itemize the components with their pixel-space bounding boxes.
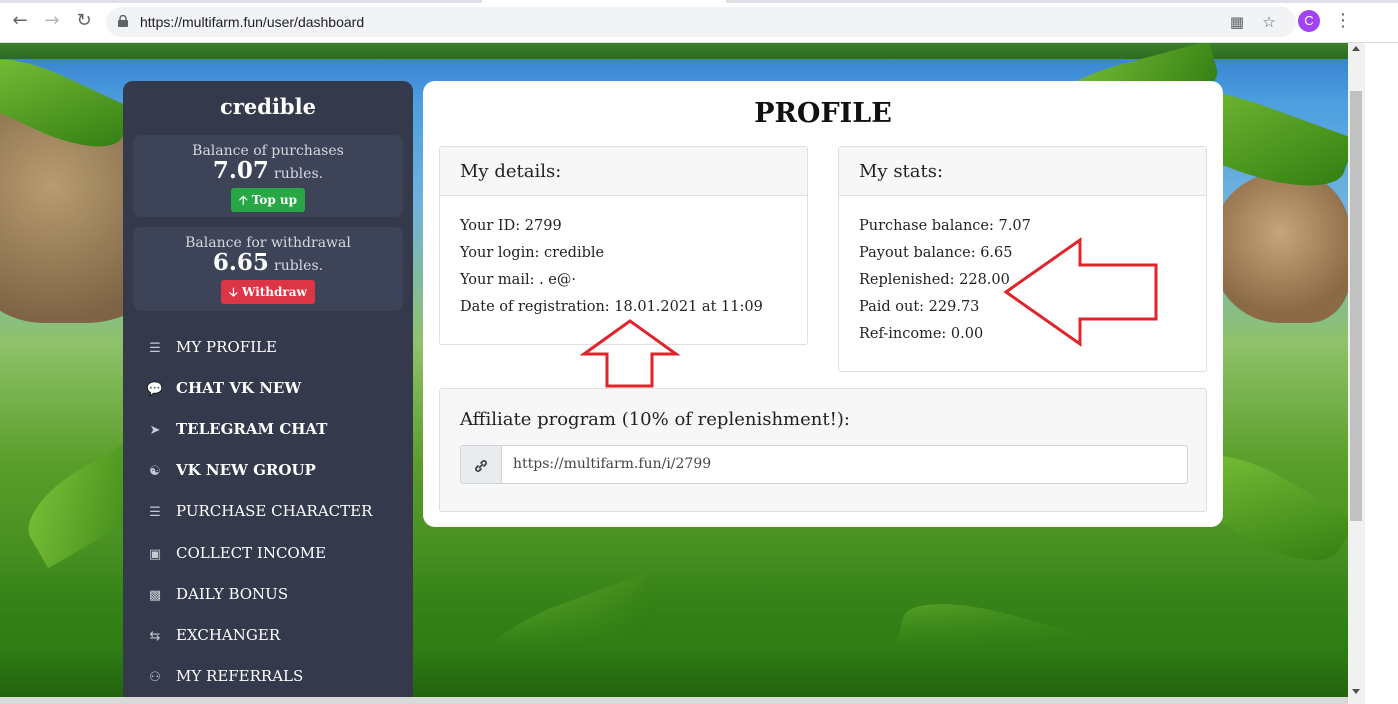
detail-row-id: Your ID: 2799: [460, 218, 562, 234]
profile-avatar[interactable]: C: [1298, 10, 1320, 32]
translate-icon[interactable]: ▦: [1228, 13, 1246, 31]
link-icon: [461, 446, 502, 483]
top-up-button[interactable]: 🡡 Top up: [230, 188, 306, 212]
sidebar: credible Balance of purchases 7.07 ruble…: [123, 81, 413, 704]
page-scrollbar[interactable]: [1348, 43, 1365, 704]
stat-row-paid-out: Paid out: 229.73: [859, 299, 980, 315]
sidebar-item-my-referrals[interactable]: ⚇ MY REFERRALS: [145, 664, 303, 688]
forward-icon[interactable]: →: [42, 11, 62, 31]
withdraw-balance-amount: 6.65: [212, 249, 269, 276]
stat-row-ref-income: Ref-income: 0.00: [859, 326, 984, 342]
sidebar-item-label: MY PROFILE: [176, 338, 277, 356]
reload-icon[interactable]: ↻: [74, 11, 94, 31]
active-tab[interactable]: [482, 0, 726, 3]
sidebar-item-label: CHAT VK NEW: [176, 379, 302, 397]
withdraw-button[interactable]: 🡣 Withdraw: [221, 280, 315, 304]
url-text: https://multifarm.fun/user/dashboard: [140, 14, 365, 30]
sidebar-item-purchase-character[interactable]: ☰ PURCHASE CHARACTER: [145, 499, 372, 523]
bars-icon: ☰: [149, 341, 161, 356]
address-bar[interactable]: https://multifarm.fun/user/dashboard ▦ ☆: [106, 7, 1296, 37]
scroll-up-icon[interactable]: [1352, 46, 1360, 51]
back-icon[interactable]: ←: [10, 11, 30, 31]
purchase-balance-unit: rubles.: [274, 166, 324, 182]
affiliate-link-group: https://multifarm.fun/i/2799: [460, 445, 1188, 484]
arrow-up-icon: 🡡: [238, 193, 248, 207]
sidebar-item-vk-new-group[interactable]: ☯ VK NEW GROUP: [145, 458, 316, 482]
sidebar-item-my-profile[interactable]: ☰ MY PROFILE: [145, 335, 277, 359]
browser-toolbar: ← → ↻ https://multifarm.fun/user/dashboa…: [0, 0, 1398, 43]
my-stats-header: My stats:: [839, 147, 1206, 196]
menu-kebab-icon[interactable]: ⋮: [1334, 10, 1352, 32]
exchange-icon: ⇆: [149, 629, 161, 644]
sidebar-item-label: EXCHANGER: [176, 626, 281, 644]
money-bill-icon: ▣: [148, 547, 162, 562]
affiliate-panel: Affiliate program (10% of replenishment!…: [439, 388, 1207, 512]
page-title: PROFILE: [754, 98, 892, 129]
stat-row-replenished: Replenished: 228.00: [859, 272, 1010, 288]
users-icon: ⚇: [149, 670, 161, 685]
sidebar-item-label: COLLECT INCOME: [176, 544, 327, 562]
sidebar-item-label: MY REFERRALS: [176, 667, 304, 685]
purchase-balance-box: Balance of purchases 7.07 rubles. 🡡 Top …: [133, 135, 403, 217]
sidebar-item-label: TELEGRAM CHAT: [176, 420, 328, 438]
lock-icon: [118, 15, 128, 27]
scroll-down-icon[interactable]: [1352, 689, 1360, 694]
sidebar-username: credible: [220, 94, 316, 119]
withdraw-balance-unit: rubles.: [274, 258, 324, 274]
affiliate-header: Affiliate program (10% of replenishment!…: [460, 409, 850, 430]
sidebar-item-chat-vk-new[interactable]: 💬 CHAT VK NEW: [145, 376, 301, 400]
affiliate-link-input[interactable]: https://multifarm.fun/i/2799: [513, 446, 711, 483]
detail-row-login: Your login: credible: [460, 245, 605, 261]
detail-row-registration: Date of registration: 18.01.2021 at 11:0…: [460, 299, 763, 315]
my-details-header: My details:: [440, 147, 807, 196]
comments-icon: 💬: [146, 382, 164, 397]
arrow-down-icon: 🡣: [229, 285, 238, 299]
bookmark-star-icon[interactable]: ☆: [1260, 13, 1278, 31]
scrollbar-thumb[interactable]: [1350, 91, 1362, 521]
background-rock-right: [1210, 173, 1348, 323]
sidebar-item-daily-bonus[interactable]: ▩ DAILY BONUS: [145, 582, 288, 606]
bars-icon: ☰: [149, 505, 161, 520]
annotation-arrow-left: [1003, 237, 1158, 347]
my-details-panel: My details: Your ID: 2799 Your login: cr…: [439, 146, 808, 345]
top-up-label: Top up: [251, 193, 298, 207]
sidebar-item-label: PURCHASE CHARACTER: [176, 502, 373, 520]
sidebar-item-label: VK NEW GROUP: [176, 461, 316, 479]
withdraw-label: Withdraw: [241, 285, 307, 299]
paper-plane-icon: ➤: [149, 423, 161, 438]
handshake-icon: ☯: [149, 464, 161, 479]
tab-strip: [0, 0, 1398, 3]
sidebar-item-telegram-chat[interactable]: ➤ TELEGRAM CHAT: [145, 417, 328, 441]
stat-row-purchase-balance: Purchase balance: 7.07: [859, 218, 1031, 234]
stat-row-payout-balance: Payout balance: 6.65: [859, 245, 1013, 261]
taskbar-edge: [0, 697, 1348, 704]
sidebar-item-label: DAILY BONUS: [176, 585, 289, 603]
withdraw-balance-box: Balance for withdrawal 6.65 rubles. 🡣 Wi…: [133, 227, 403, 311]
gift-icon: ▩: [148, 588, 162, 603]
annotation-arrow-up: [580, 319, 680, 388]
detail-row-mail: Your mail: . e@·: [460, 272, 576, 288]
window-edge: [1365, 43, 1398, 704]
sidebar-item-exchanger[interactable]: ⇆ EXCHANGER: [145, 623, 281, 647]
sidebar-item-collect-income[interactable]: ▣ COLLECT INCOME: [145, 541, 326, 565]
purchase-balance-amount: 7.07: [212, 157, 269, 184]
